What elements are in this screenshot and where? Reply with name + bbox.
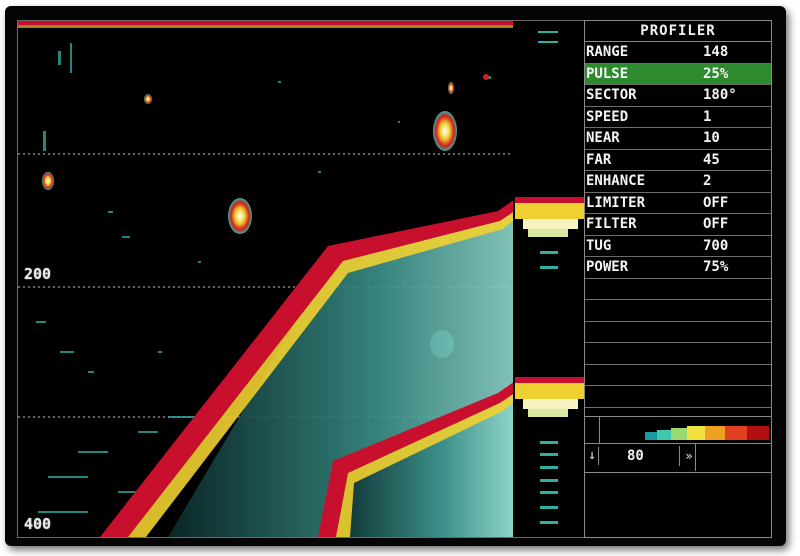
setting-label: SECTOR: [586, 87, 637, 103]
empty-row: [585, 300, 771, 322]
profiler-settings-panel: PROFILER RANGE 148 PULSE 25% SECTOR 180°…: [584, 20, 772, 538]
setting-label: FILTER: [586, 216, 637, 232]
empty-row: [585, 386, 771, 408]
setting-value: 45: [703, 151, 720, 168]
setting-label: LIMITER: [586, 194, 646, 211]
empty-row: [585, 343, 771, 365]
setting-tug[interactable]: TUG 700: [585, 236, 771, 257]
setting-label: NEAR: [586, 130, 620, 146]
setting-value: 2: [703, 173, 712, 189]
setting-value: OFF: [703, 194, 729, 211]
setting-power[interactable]: POWER 75%: [585, 257, 771, 279]
setting-near[interactable]: NEAR 10: [585, 128, 771, 150]
depth-label-200: 200: [24, 265, 52, 283]
setting-sector[interactable]: SECTOR 180°: [585, 85, 771, 107]
setting-label: PULSE: [586, 65, 629, 82]
sonar-echo-image: [18, 21, 584, 537]
setting-value: 10: [703, 130, 720, 146]
sonar-profile-display: 200 400: [17, 20, 585, 538]
setting-label: RANGE: [586, 44, 629, 60]
empty-row: [585, 279, 771, 300]
gain-control: ↓ 80 »: [585, 416, 771, 473]
setting-value: 180°: [703, 87, 737, 103]
setting-label: ENHANCE: [586, 173, 646, 189]
setting-limiter[interactable]: LIMITER OFF: [585, 193, 771, 214]
setting-value: 1: [703, 108, 712, 125]
panel-title: PROFILER: [585, 21, 771, 42]
divider: [599, 417, 600, 443]
setting-label: POWER: [586, 259, 629, 275]
setting-label: TUG: [586, 237, 612, 254]
divider: [585, 443, 771, 444]
setting-label: FAR: [586, 151, 612, 168]
setting-label: SPEED: [586, 108, 629, 125]
setting-pulse[interactable]: PULSE 25%: [585, 63, 771, 85]
empty-row: [585, 322, 771, 343]
setting-value: 75%: [703, 259, 729, 275]
depth-label-400: 400: [24, 515, 52, 533]
sonar-monitor-frame: 200 400 PROFILER RANGE 148 PULSE 25% SEC…: [5, 6, 786, 546]
setting-filter[interactable]: FILTER OFF: [585, 214, 771, 236]
down-arrow-icon[interactable]: ↓: [586, 447, 599, 465]
setting-far[interactable]: FAR 45: [585, 150, 771, 171]
setting-value: 25%: [703, 65, 729, 82]
setting-range[interactable]: RANGE 148: [585, 42, 771, 64]
gain-value[interactable]: 80: [627, 447, 644, 465]
color-scale-bar[interactable]: [633, 424, 769, 440]
setting-enhance[interactable]: ENHANCE 2: [585, 171, 771, 193]
setting-value: 700: [703, 237, 729, 254]
setting-speed[interactable]: SPEED 1: [585, 107, 771, 128]
setting-value: 148: [703, 44, 729, 60]
setting-value: OFF: [703, 216, 729, 232]
fast-forward-icon[interactable]: »: [679, 446, 696, 466]
empty-row: [585, 365, 771, 386]
